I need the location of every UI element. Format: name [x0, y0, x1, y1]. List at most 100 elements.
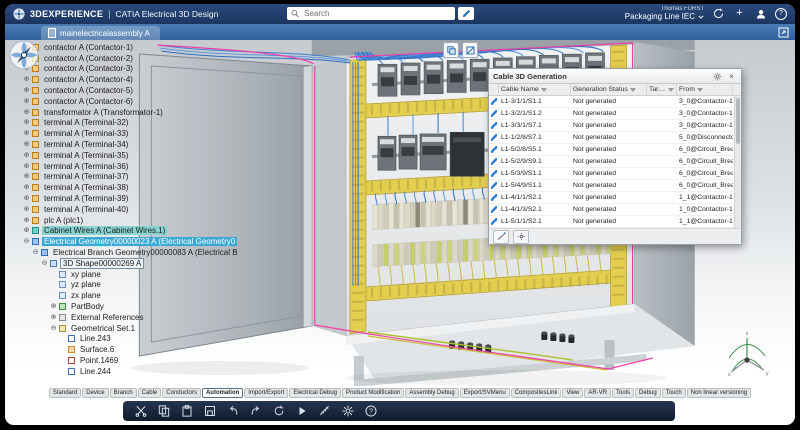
collapse-icon[interactable]: ⊖	[49, 324, 58, 333]
workbench-tab-branch[interactable]: Branch	[110, 388, 137, 398]
expand-icon[interactable]: ⊕	[22, 183, 31, 192]
table-row[interactable]: L1-3/3/1/S7.1Not generated3_0@Contactor-…	[489, 120, 735, 132]
expand-icon[interactable]: ⊕	[22, 216, 31, 225]
tree-item[interactable]: ⊕terminal A (Terminal-35)	[13, 150, 301, 161]
tree-item[interactable]: ⊕terminal A (Terminal-39)	[13, 193, 301, 204]
expand-icon[interactable]: ⊕	[22, 162, 31, 171]
table-row[interactable]: L1-3/1/1/S1.1Not generated3_0@Contactor-…	[489, 96, 735, 108]
expand-viewport-icon[interactable]	[778, 27, 789, 38]
tree-item[interactable]: ⊕contactor A (Contactor-4)	[13, 74, 301, 85]
expand-icon[interactable]: ⊕	[49, 302, 58, 311]
tree-item[interactable]: xy plane	[13, 269, 301, 280]
filter-icon[interactable]	[697, 88, 703, 92]
add-content-button[interactable]: +	[733, 7, 746, 20]
tree-item[interactable]: zx plane	[13, 290, 301, 301]
tree-item[interactable]: ⊕terminal A (Terminal-37)	[13, 172, 301, 183]
tree-item[interactable]: Line.243	[13, 334, 301, 345]
tree-item[interactable]: ⊕terminal A (Terminal-36)	[13, 161, 301, 172]
search-box[interactable]	[287, 7, 455, 20]
table-row[interactable]: L1-1/2/8/S7.1Not generated5_0@Disconnect…	[489, 132, 735, 144]
tree-item[interactable]: ⊕terminal A (Terminal-32)	[13, 118, 301, 129]
dialog-settings-button[interactable]	[712, 71, 723, 82]
workbench-tab-touch[interactable]: Touch	[662, 388, 686, 398]
tree-item[interactable]: ⊕transformator A (Transformator-1)	[13, 107, 301, 118]
workbench-tab-assembly-debug[interactable]: Assembly Debug	[405, 388, 458, 398]
workbench-tab-standard[interactable]: Standard	[49, 388, 81, 398]
expand-icon[interactable]: ⊕	[22, 97, 31, 106]
tree-item[interactable]: ⊕terminal A (Terminal-34)	[13, 139, 301, 150]
expand-icon[interactable]: ⊕	[22, 194, 31, 203]
tree-item[interactable]: ⊖Geometrical Set.1	[13, 323, 301, 334]
workbench-tab-product-modification[interactable]: Product Modification	[342, 388, 404, 398]
generation-options-button[interactable]	[513, 230, 529, 244]
tree-item[interactable]: Surface.6	[13, 344, 301, 355]
share-button[interactable]	[712, 7, 725, 20]
render-style-button[interactable]	[443, 42, 459, 58]
3dexperience-compass[interactable]	[9, 40, 39, 70]
collapse-icon[interactable]: ⊖	[40, 259, 49, 268]
cut-button[interactable]	[133, 404, 148, 419]
workbench-tab-compositeslink[interactable]: CompositesLink	[511, 388, 562, 398]
expand-icon[interactable]: ⊕	[22, 75, 31, 84]
tree-item[interactable]: ⊖Electrical Branch Geometry00000083 A (E…	[13, 247, 301, 258]
expand-icon[interactable]: ⊕	[22, 172, 31, 181]
expand-icon[interactable]: ⊕	[22, 108, 31, 117]
expand-icon[interactable]: ⊕	[22, 205, 31, 214]
help-button[interactable]: ?	[363, 404, 378, 419]
tree-item[interactable]: yz plane	[13, 280, 301, 291]
settings-button[interactable]	[340, 404, 355, 419]
section-view-button[interactable]	[462, 42, 478, 58]
tree-item[interactable]: ⊖Electrical Geometry00000023 A (Electric…	[13, 236, 301, 247]
workbench-tab-import-export[interactable]: Import/Export	[244, 388, 288, 398]
filter-icon[interactable]	[630, 88, 636, 92]
table-row[interactable]: L1-4/1/1/S2.1Not generated1_1@Contactor-…	[489, 192, 735, 204]
copy-button[interactable]	[156, 404, 171, 419]
dialog-header[interactable]: Cable 3D Generation ×	[489, 69, 741, 84]
tree-item[interactable]: ⊕contactor A (Contactor-5)	[13, 85, 301, 96]
workbench-tab-electrical-debug[interactable]: Electrical Debug	[289, 388, 341, 398]
expand-icon[interactable]: ⊕	[22, 151, 31, 160]
filter-icon[interactable]	[541, 88, 547, 92]
tree-item[interactable]: ⊕contactor A (Contactor-1)	[13, 42, 301, 53]
tree-item[interactable]: ⊕terminal A (Terminal-38)	[13, 182, 301, 193]
workbench-tab-conductors[interactable]: Conductors	[162, 388, 201, 398]
document-tab[interactable]: mainelectricalassembly A	[41, 26, 160, 40]
expand-icon[interactable]: ⊕	[22, 226, 31, 235]
expand-icon[interactable]: ⊕	[22, 86, 31, 95]
column-header[interactable]: Generation Status	[571, 84, 647, 95]
tree-item[interactable]: ⊕contactor A (Contactor-6)	[13, 96, 301, 107]
tree-item[interactable]: Line.244	[13, 366, 301, 377]
redo-button[interactable]	[248, 404, 263, 419]
table-row[interactable]: L1-5/4/9/S1.1Not generated6_0@Circuit_Br…	[489, 180, 735, 192]
axis-gizmo[interactable]: z x y	[719, 326, 775, 382]
tree-item[interactable]: ⊕contactor A (Contactor-2)	[13, 53, 301, 64]
generate-cables-button[interactable]	[493, 230, 509, 244]
tree-item[interactable]: ⊖3D Shape00000269 A	[13, 258, 301, 269]
user-profile-button[interactable]	[754, 7, 767, 20]
workbench-tab-cable[interactable]: Cable	[138, 388, 162, 398]
workbench-tab-automation[interactable]: Automation	[202, 388, 243, 398]
tree-item[interactable]: ⊕Cabinet Wires A (Cabinet Wires.1)	[13, 226, 301, 237]
workbench-tab-ar-vr[interactable]: AR-VR	[584, 388, 611, 398]
measure-button[interactable]	[317, 404, 332, 419]
workbench-tab-view[interactable]: View	[562, 388, 583, 398]
expand-icon[interactable]: ⊕	[49, 313, 58, 322]
tree-item[interactable]: ⊕plc A (plc1)	[13, 215, 301, 226]
search-input[interactable]	[302, 8, 451, 19]
dialog-close-button[interactable]: ×	[726, 71, 737, 82]
save-button[interactable]	[202, 404, 217, 419]
workspace-selector[interactable]: Packaging Line IEC	[625, 13, 704, 22]
undo-button[interactable]	[225, 404, 240, 419]
paste-button[interactable]	[179, 404, 194, 419]
column-header[interactable]: Targe...	[647, 84, 677, 95]
collapse-icon[interactable]: ⊖	[31, 248, 40, 257]
column-header[interactable]: Cable Name	[499, 84, 571, 95]
tree-item[interactable]: ⊕contactor A (Contactor-3)	[13, 64, 301, 75]
tree-item[interactable]: Point.1469	[13, 355, 301, 366]
table-row[interactable]: L1-5/3/9/S1.1Not generated6_0@Circuit_Br…	[489, 168, 735, 180]
tree-item[interactable]: ⊕External References	[13, 312, 301, 323]
tree-item[interactable]: ⊕terminal A (Terminal-40)	[13, 204, 301, 215]
table-row[interactable]: L1-5/1/1/S2.1Not generated1_1@Contactor-…	[489, 216, 735, 228]
table-row[interactable]: L1-3/2/1/S1.2Not generated3_0@Contactor-…	[489, 108, 735, 120]
refresh-button[interactable]	[271, 404, 286, 419]
